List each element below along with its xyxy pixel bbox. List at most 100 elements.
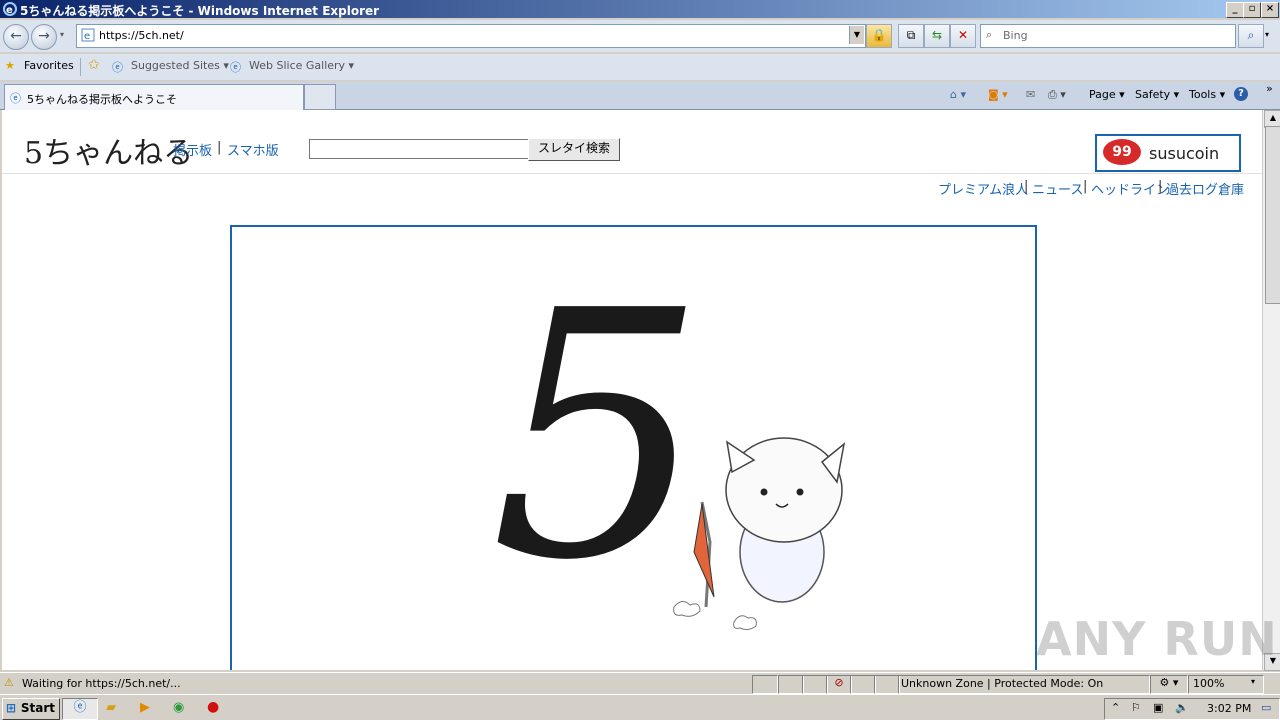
start-label: Start <box>20 701 55 715</box>
favorites-button[interactable]: Favorites <box>24 59 74 72</box>
zone-text: Unknown Zone | Protected Mode: On <box>901 677 1104 690</box>
news-link[interactable]: ニュース <box>1032 179 1083 198</box>
window-title: 5ちゃんねる掲示板へようこそ - Windows Internet Explor… <box>20 4 380 18</box>
thread-search-input[interactable] <box>309 139 529 159</box>
mail-icon[interactable]: ✉ <box>1026 88 1035 101</box>
archive-link[interactable]: 過去ログ倉庫 <box>1166 179 1244 198</box>
address-dropdown-icon[interactable]: ▼ <box>849 26 864 44</box>
ie-page-icon: ⓔ <box>10 92 21 105</box>
anyrun-watermark: ANY RUN <box>1036 612 1278 666</box>
search-options-dropdown-icon[interactable]: ▾ <box>1265 30 1269 39</box>
main-banner-box: 5 <box>230 225 1037 670</box>
maximize-button[interactable]: ▫ <box>1243 2 1261 18</box>
more-commands-icon[interactable]: » <box>1266 82 1273 95</box>
arrow-right-icon: → <box>38 28 50 44</box>
tab-label: 5ちゃんねる掲示板へようこそ <box>27 93 177 106</box>
search-icon: ⌕ <box>986 28 993 41</box>
lock-icon[interactable]: 🔒 <box>866 24 892 48</box>
windows-logo-icon: ⊞ <box>6 701 17 715</box>
print-icon[interactable]: ⎙ ▾ <box>1048 88 1066 102</box>
address-bar[interactable]: e https://5ch.net/ ▼ <box>76 24 866 48</box>
web-slice-gallery-link[interactable]: Web Slice Gallery ▾ <box>249 59 354 72</box>
search-go-button[interactable]: ⌕ <box>1238 24 1264 48</box>
header-divider <box>2 173 1262 174</box>
tools-menu[interactable]: Tools ▾ <box>1189 88 1225 101</box>
ie-taskbar-icon[interactable]: ⓔ <box>62 698 98 720</box>
page-icon: e <box>81 28 95 42</box>
zone-pane[interactable]: Unknown Zone | Protected Mode: On <box>898 675 1150 694</box>
star-icon: ★ <box>5 59 15 72</box>
navigation-bar: ← → ▾ e https://5ch.net/ ▼ 🔒 ⧉ ⇆ ✕ ⌕ Bin… <box>0 20 1280 52</box>
folder-icon[interactable]: ▰ <box>106 700 116 715</box>
web-page: 5ちゃんねる 掲示板 | スマホ版 スレタイ検索 99 susucoin プレミ… <box>2 110 1262 670</box>
history-dropdown-icon[interactable]: ▾ <box>60 30 64 39</box>
board-link[interactable]: 掲示板 <box>173 140 212 159</box>
action-center-flag-icon[interactable]: ⚐ <box>1131 701 1141 714</box>
mascot-cat-illustration <box>673 437 846 631</box>
system-tray: ⌃ ⚐ ▣ 🔈 3:02 PM ▭ <box>1104 698 1280 720</box>
tab-bar: ⓔ 5ちゃんねる掲示板へようこそ ⌂ ▾ ◙ ▾ ✉ ⎙ ▾ Page ▾ Sa… <box>0 82 1280 111</box>
taskbar: ⊞ Start ⓔ ▰ ▶ ◉ ● ⌃ ⚐ ▣ 🔈 3:02 PM ▭ <box>0 694 1280 720</box>
thread-search-button[interactable]: スレタイ検索 <box>528 138 620 161</box>
volume-icon[interactable]: 🔈 <box>1175 701 1189 714</box>
susucoin-banner[interactable]: 99 susucoin <box>1095 134 1241 172</box>
separator: | <box>1083 179 1088 194</box>
tray-expand-icon[interactable]: ⌃ <box>1111 701 1120 714</box>
safety-menu[interactable]: Safety ▾ <box>1135 88 1179 101</box>
opera-icon[interactable]: ● <box>207 699 219 715</box>
separator: | <box>1158 179 1163 194</box>
zoom-value: 100% <box>1193 677 1225 690</box>
zoom-dropdown-icon[interactable]: ▾ <box>1251 677 1255 686</box>
address-url[interactable]: https://5ch.net/ <box>99 29 184 42</box>
chrome-icon[interactable]: ◉ <box>173 700 184 715</box>
security-settings-icon[interactable]: ⚙ ▾ <box>1150 675 1188 694</box>
page-menu[interactable]: Page ▾ <box>1089 88 1125 101</box>
scroll-thumb[interactable] <box>1265 126 1280 304</box>
close-window-button[interactable]: × <box>1261 2 1279 18</box>
status-bar: ⚠ Waiting for https://5ch.net/... ⊘ Unkn… <box>0 672 1280 694</box>
premium-ronin-link[interactable]: プレミアム浪人 <box>938 179 1028 198</box>
home-icon[interactable]: ⌂ ▾ <box>950 88 966 101</box>
compatibility-view-icon[interactable]: ⧉ <box>898 24 924 48</box>
site-logo[interactable]: 5ちゃんねる <box>24 128 193 172</box>
stop-icon[interactable]: ✕ <box>950 24 976 48</box>
clock[interactable]: 3:02 PM <box>1207 702 1251 715</box>
status-pane <box>874 675 900 694</box>
minimize-button[interactable]: _ <box>1226 2 1244 18</box>
warning-icon: ⚠ <box>4 676 14 689</box>
popup-blocked-icon[interactable]: ⊘ <box>826 675 852 694</box>
refresh-icon[interactable]: ⇆ <box>924 24 950 48</box>
svg-text:e: e <box>6 5 13 16</box>
window-title-bar: e 5ちゃんねる掲示板へようこそ - Windows Internet Expl… <box>0 0 1280 18</box>
forward-button[interactable]: → <box>31 24 57 50</box>
favorites-bar: ★ Favorites ✩ ⓔ Suggested Sites ▾ ⓔ Web … <box>0 54 1280 80</box>
new-tab-button[interactable] <box>304 84 336 110</box>
search-placeholder: Bing <box>1003 29 1028 42</box>
status-pane <box>752 675 778 694</box>
ie-logo-icon: e <box>3 2 17 16</box>
separator: | <box>217 140 222 155</box>
show-desktop-icon[interactable]: ▭ <box>1261 701 1271 714</box>
separator: | <box>1024 179 1029 194</box>
feeds-icon[interactable]: ◙ ▾ <box>988 88 1008 101</box>
divider <box>80 58 81 76</box>
arrow-left-icon: ← <box>10 28 22 44</box>
ie-page-icon: ⓔ <box>230 61 241 74</box>
zoom-control[interactable]: 100% ▾ <box>1188 675 1264 694</box>
vertical-scrollbar[interactable]: ▲ ▼ <box>1262 110 1280 671</box>
add-favorite-icon[interactable]: ✩ <box>88 57 100 73</box>
media-player-icon[interactable]: ▶ <box>140 700 150 715</box>
ie-page-icon: ⓔ <box>112 61 123 74</box>
search-box[interactable]: ⌕ Bing <box>980 24 1236 48</box>
network-icon[interactable]: ▣ <box>1153 701 1163 714</box>
start-button[interactable]: ⊞ Start <box>2 698 60 720</box>
suggested-sites-link[interactable]: Suggested Sites ▾ <box>131 59 229 72</box>
status-text: Waiting for https://5ch.net/... <box>22 677 181 690</box>
help-icon[interactable]: ? <box>1234 87 1248 101</box>
status-pane <box>778 675 804 694</box>
susucoin-label: susucoin <box>1149 144 1220 163</box>
smartphone-link[interactable]: スマホ版 <box>227 140 279 159</box>
back-button[interactable]: ← <box>3 24 29 50</box>
status-pane <box>850 675 876 694</box>
tab-active[interactable]: ⓔ 5ちゃんねる掲示板へようこそ <box>4 84 304 111</box>
